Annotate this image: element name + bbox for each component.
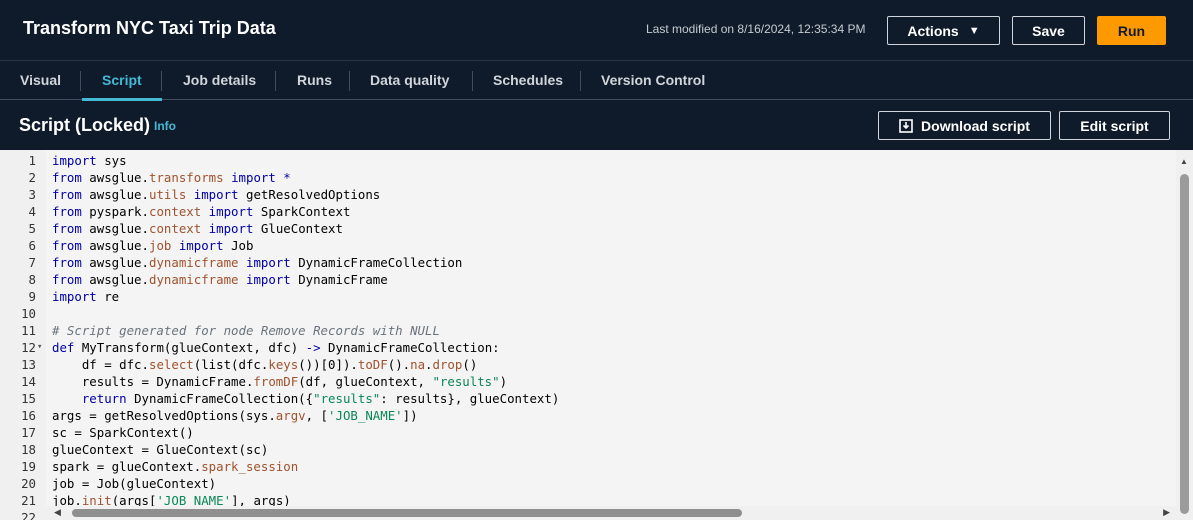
horizontal-scroll-thumb[interactable] xyxy=(72,509,742,517)
line-number: 2 xyxy=(28,170,36,185)
line-number: 17 xyxy=(21,425,36,440)
tab-divider xyxy=(580,71,581,91)
code-line: 5 from awsglue.context import GlueContext xyxy=(0,220,1176,237)
code-text: from awsglue.job import Job xyxy=(52,238,254,253)
scroll-up-icon[interactable]: ▲ xyxy=(1180,157,1188,166)
code-line: 18 glueContext = GlueContext(sc) xyxy=(0,441,1176,458)
code-text: args = getResolvedOptions(sys.argv, ['JO… xyxy=(52,408,418,423)
code-line: 7 from awsglue.dynamicframe import Dynami… xyxy=(0,254,1176,271)
actions-button[interactable]: Actions ▼ xyxy=(887,16,1000,45)
edit-script-button[interactable]: Edit script xyxy=(1059,111,1170,140)
save-button[interactable]: Save xyxy=(1012,16,1085,45)
tab-divider xyxy=(472,71,473,91)
line-number: 19 xyxy=(21,459,36,474)
line-number: 12 xyxy=(21,340,36,355)
tab-schedules[interactable]: Schedules xyxy=(493,61,563,100)
last-modified-text: Last modified on 8/16/2024, 12:35:34 PM xyxy=(646,22,866,36)
run-button[interactable]: Run xyxy=(1097,16,1166,45)
code-text: # Script generated for node Remove Recor… xyxy=(52,323,440,338)
tab-divider xyxy=(80,71,81,91)
code-line: 20 job = Job(glueContext) xyxy=(0,475,1176,492)
download-script-button[interactable]: Download script xyxy=(878,111,1051,140)
code-line: 3 from awsglue.utils import getResolvedOp… xyxy=(0,186,1176,203)
line-number: 5 xyxy=(28,221,36,236)
code-text: from awsglue.dynamicframe import Dynamic… xyxy=(52,255,463,270)
line-number: 6 xyxy=(28,238,36,253)
job-title: Transform NYC Taxi Trip Data xyxy=(23,18,276,38)
code-line: 12 ▾ def MyTransform(glueContext, dfc) -> … xyxy=(0,339,1176,356)
code-line: 14 results = DynamicFrame.fromDF(df, glu… xyxy=(0,373,1176,390)
code-line: 4 from pyspark.context import SparkContex… xyxy=(0,203,1176,220)
code-text: return DynamicFrameCollection({"results"… xyxy=(81,391,560,406)
line-number: 9 xyxy=(28,289,36,304)
line-number: 10 xyxy=(21,306,36,321)
code-text: spark = glueContext.spark_session xyxy=(52,459,299,474)
line-number: 21 xyxy=(21,493,36,508)
code-line: 17 sc = SparkContext() xyxy=(0,424,1176,441)
line-number: 8 xyxy=(28,272,36,287)
code-line: 8 from awsglue.dynamicframe import Dynami… xyxy=(0,271,1176,288)
tab-version-control[interactable]: Version Control xyxy=(601,61,705,100)
scroll-right-icon[interactable]: ▶ xyxy=(1163,507,1170,518)
tab-divider xyxy=(275,71,276,91)
code-text: import re xyxy=(52,289,120,304)
line-number: 13 xyxy=(21,357,36,372)
code-line: 11 # Script generated for node Remove Rec… xyxy=(0,322,1176,339)
line-number: 15 xyxy=(21,391,36,406)
code-text: from awsglue.utils import getResolvedOpt… xyxy=(52,187,381,202)
line-number: 4 xyxy=(28,204,36,219)
code-text: sc = SparkContext() xyxy=(52,425,194,440)
line-number: 18 xyxy=(21,442,36,457)
vertical-scrollbar[interactable]: ▲ xyxy=(1176,150,1193,520)
actions-label: Actions xyxy=(907,22,959,39)
page-header: Transform NYC Taxi Trip Data Last modifi… xyxy=(0,0,1193,60)
code-line: 9 import re xyxy=(0,288,1176,305)
code-text: import sys xyxy=(52,153,127,168)
download-script-label: Download script xyxy=(921,117,1030,134)
line-number: 22 xyxy=(21,510,36,520)
tab-divider xyxy=(349,71,350,91)
line-number: 3 xyxy=(28,187,36,202)
code-line: 1 import sys xyxy=(0,152,1176,169)
code-text: df = dfc.select(list(dfc.keys())[0]).toD… xyxy=(52,357,478,372)
horizontal-scrollbar[interactable]: ◀ ▶ xyxy=(46,506,1176,520)
code-line: 13 df = dfc.select(list(dfc.keys())[0]).… xyxy=(0,356,1176,373)
download-icon xyxy=(899,118,913,133)
line-number: 20 xyxy=(21,476,36,491)
code-text: results = DynamicFrame.fromDF(df, glueCo… xyxy=(52,374,508,389)
code-text: from awsglue.context import GlueContext xyxy=(52,221,343,236)
line-number: 16 xyxy=(21,408,36,423)
tab-divider xyxy=(161,71,162,91)
info-link[interactable]: Info xyxy=(154,119,176,133)
code-line: 16 args = getResolvedOptions(sys.argv, ['… xyxy=(0,407,1176,424)
fold-arrow-icon[interactable]: ▾ xyxy=(37,339,42,356)
line-number: 11 xyxy=(21,323,36,338)
code-line: 10 xyxy=(0,305,1176,322)
caret-down-icon: ▼ xyxy=(968,24,980,37)
code-editor[interactable]: 1 import sys 2 from awsglue.transforms impo… xyxy=(0,150,1193,520)
line-number: 7 xyxy=(28,255,36,270)
code-text: from pyspark.context import SparkContext xyxy=(52,204,351,219)
line-number: 14 xyxy=(21,374,36,389)
code-text: def MyTransform(glueContext, dfc) -> Dyn… xyxy=(52,340,500,355)
tab-visual[interactable]: Visual xyxy=(20,61,61,100)
tab-bar: Visual Script Job details Runs Data qual… xyxy=(0,60,1193,101)
code-line: 15 return DynamicFrameCollection({"resul… xyxy=(0,390,1176,407)
code-text: job = Job(glueContext) xyxy=(52,476,217,491)
code-line: 2 from awsglue.transforms import * xyxy=(0,169,1176,186)
tab-runs[interactable]: Runs xyxy=(297,61,332,100)
scroll-left-icon[interactable]: ◀ xyxy=(54,507,61,518)
tab-job-details[interactable]: Job details xyxy=(183,61,256,100)
tab-data-quality[interactable]: Data quality xyxy=(370,61,449,100)
code-line: 6 from awsglue.job import Job xyxy=(0,237,1176,254)
code-line: 19 spark = glueContext.spark_session xyxy=(0,458,1176,475)
code-text: from awsglue.dynamicframe import Dynamic… xyxy=(52,272,388,287)
line-number: 1 xyxy=(28,153,36,168)
vertical-scroll-thumb[interactable] xyxy=(1180,174,1189,514)
code-text: from awsglue.transforms import * xyxy=(52,170,291,185)
code-text: glueContext = GlueContext(sc) xyxy=(52,442,269,457)
script-section-title: Script (Locked) xyxy=(19,115,151,135)
tab-script[interactable]: Script xyxy=(82,61,162,101)
